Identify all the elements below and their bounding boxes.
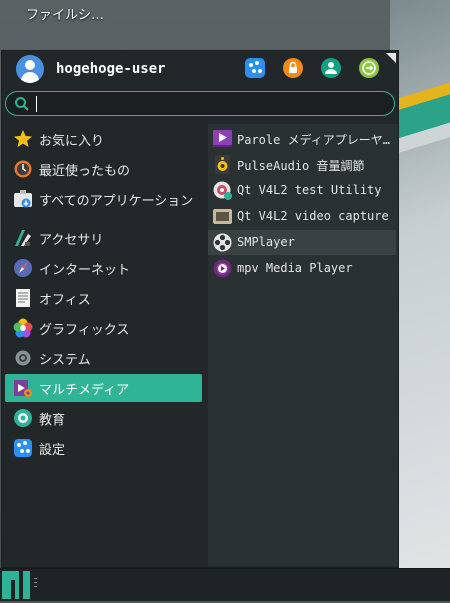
category-label: グラフィックス bbox=[39, 323, 130, 338]
multimedia-icon bbox=[14, 380, 32, 397]
category-system[interactable]: システム bbox=[5, 344, 202, 372]
app-label: mpv Media Player bbox=[237, 261, 353, 275]
category-label: お気に入り bbox=[39, 134, 105, 149]
accessories-icon bbox=[15, 230, 31, 246]
favorites-star-icon bbox=[14, 130, 32, 147]
category-label: システム bbox=[39, 353, 91, 368]
category-settings[interactable]: 設定 bbox=[5, 434, 202, 462]
desktop-icon-filesystem[interactable]: ファイルシ… bbox=[0, 0, 120, 24]
office-document-icon bbox=[16, 289, 30, 307]
app-label: Parole メディアプレーヤー bbox=[237, 133, 394, 147]
search-input[interactable] bbox=[34, 94, 384, 112]
wallpaper bbox=[390, 0, 450, 570]
app-label: PulseAudio 音量調節 bbox=[237, 159, 365, 173]
app-label: Qt V4L2 test Utility bbox=[237, 183, 382, 197]
whisker-menu: hogehoge-user お気に入り 最近使ったもの すべてのアプリケーション… bbox=[1, 50, 399, 568]
category-label: すべてのアプリケーション bbox=[39, 194, 194, 209]
search-box[interactable] bbox=[5, 91, 395, 116]
lock-screen-button[interactable] bbox=[283, 58, 303, 78]
application-list: Parole メディアプレーヤー PulseAudio 音量調節 Qt V4L2… bbox=[208, 124, 398, 566]
category-multimedia[interactable]: マルチメディア bbox=[5, 374, 202, 402]
category-label: オフィス bbox=[39, 293, 91, 308]
desktop-icon-label: ファイルシ… bbox=[26, 8, 105, 23]
graphics-palette-icon bbox=[13, 318, 33, 338]
settings-manager-button[interactable] bbox=[245, 58, 265, 78]
category-internet[interactable]: インターネット bbox=[5, 254, 202, 282]
webcam-test-icon bbox=[213, 181, 232, 200]
category-label: 最近使ったもの bbox=[39, 164, 131, 179]
speaker-icon bbox=[215, 155, 230, 174]
category-favorites[interactable]: お気に入り bbox=[5, 125, 202, 153]
category-recent[interactable]: 最近使ったもの bbox=[5, 155, 202, 183]
app-item-qv4l2-test[interactable]: Qt V4L2 test Utility bbox=[208, 178, 396, 203]
panel-drag-handle[interactable] bbox=[34, 578, 38, 592]
whisker-menu-button[interactable] bbox=[2, 571, 30, 599]
parole-player-icon bbox=[213, 130, 232, 147]
app-item-pulseaudio[interactable]: PulseAudio 音量調節 bbox=[208, 152, 396, 177]
username: hogehoge-user bbox=[56, 61, 166, 77]
user-avatar-icon bbox=[16, 55, 44, 83]
category-accessories[interactable]: アクセサリ bbox=[5, 224, 202, 252]
lock-screen-icon bbox=[289, 61, 297, 73]
app-item-mpv[interactable]: mpv Media Player bbox=[208, 256, 396, 281]
category-label: 教育 bbox=[39, 413, 66, 428]
settings-icon bbox=[14, 439, 32, 457]
menu-header: hogehoge-user bbox=[2, 51, 398, 89]
taskbar-panel bbox=[0, 568, 450, 601]
category-label: アクセサリ bbox=[39, 233, 104, 248]
logout-icon bbox=[362, 61, 376, 75]
app-item-smplayer[interactable]: SMPlayer bbox=[208, 230, 396, 255]
internet-compass-icon bbox=[14, 259, 32, 277]
logout-button[interactable] bbox=[359, 58, 379, 78]
category-office[interactable]: オフィス bbox=[5, 284, 202, 312]
category-graphics[interactable]: グラフィックス bbox=[5, 314, 202, 342]
education-icon bbox=[14, 409, 32, 427]
category-list: お気に入り 最近使ったもの すべてのアプリケーション アクセサリ インターネット… bbox=[2, 123, 207, 567]
video-capture-icon bbox=[213, 209, 232, 224]
category-education[interactable]: 教育 bbox=[5, 404, 202, 432]
category-label: マルチメディア bbox=[39, 383, 130, 398]
switch-user-icon bbox=[325, 62, 337, 74]
app-label: SMPlayer bbox=[237, 235, 295, 249]
app-item-parole[interactable]: Parole メディアプレーヤー bbox=[208, 126, 396, 151]
search-icon bbox=[15, 97, 29, 111]
category-label: インターネット bbox=[39, 263, 131, 278]
manjaro-logo-icon bbox=[2, 571, 30, 599]
app-item-qvidcap[interactable]: Qt V4L2 video capture bbox=[208, 204, 396, 229]
switch-user-button[interactable] bbox=[321, 58, 341, 78]
text-caret bbox=[36, 96, 37, 112]
all-applications-icon bbox=[14, 190, 32, 208]
category-all-applications[interactable]: すべてのアプリケーション bbox=[5, 185, 202, 213]
smplayer-reel-icon bbox=[213, 233, 232, 252]
settings-manager-icon bbox=[249, 61, 262, 73]
category-label: 設定 bbox=[39, 443, 66, 458]
recent-clock-icon bbox=[14, 160, 32, 178]
app-label: Qt V4L2 video capture bbox=[237, 209, 389, 223]
mpv-icon bbox=[213, 259, 232, 278]
system-gear-icon bbox=[15, 350, 31, 366]
